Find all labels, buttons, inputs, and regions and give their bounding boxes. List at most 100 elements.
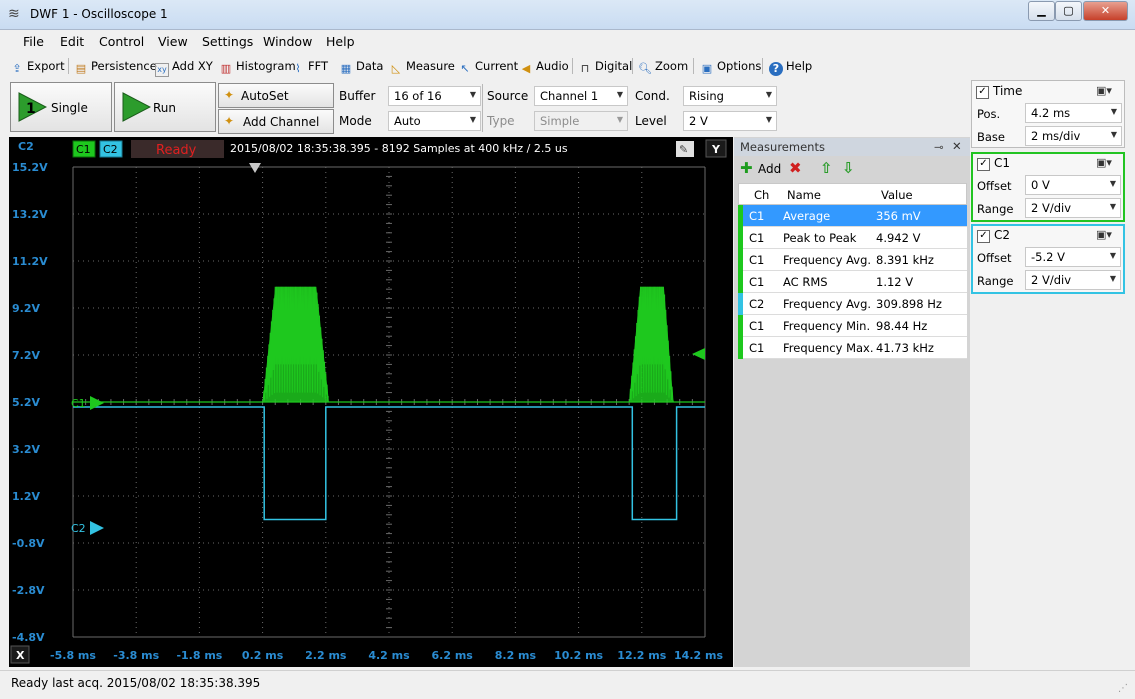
menu-control[interactable]: Control [99,34,144,49]
y-tick-label: 1.2V [12,490,40,503]
type-label: Type [487,114,515,128]
menu-edit[interactable]: Edit [60,34,84,49]
c1-range-select[interactable]: 2 V/div ▼ [1025,198,1121,218]
mode-select[interactable]: Auto ▼ [388,111,481,131]
cond-select[interactable]: Rising ▼ [683,86,777,106]
x-tick-label: 12.2 ms [617,649,666,662]
cond-label: Cond. [635,89,670,103]
c2-offset-marker[interactable] [90,521,104,535]
measurement-row[interactable]: C1 Peak to Peak 4.942 V [738,227,967,249]
fft-button[interactable]: ⌇ FFT [291,59,328,76]
x-axis-button[interactable]: X [16,649,25,662]
current-button[interactable]: ↖ Current [458,59,518,76]
close-button[interactable]: ✕ [1083,1,1128,21]
resize-grip[interactable]: ⋰ [1118,683,1128,694]
zoom-button[interactable]: 🔍︎ Zoom [638,59,688,76]
c2-offset-label: C2 [71,522,86,535]
measurement-row[interactable]: C2 Frequency Avg. 309.898 Hz [738,293,967,315]
measurement-row[interactable]: C1 Average 356 mV [738,205,967,227]
run-play-icon [122,92,151,122]
c2-enable-checkbox[interactable]: ✓ [977,230,990,243]
add-xy-button[interactable]: xy Add XY [155,59,213,77]
move-up-icon[interactable]: ⇧ [820,159,833,177]
source-select[interactable]: Channel 1 ▼ [534,86,628,106]
panel-options-icon[interactable]: ▣▾ [1096,156,1112,169]
c2-panel: ✓ C2 ▣▾ Offset -5.2 V ▼ Range 2 V/div ▼ [971,224,1125,294]
chevron-down-icon: ▼ [1109,202,1116,211]
buffer-select[interactable]: 16 of 16 ▼ [388,86,481,106]
measurement-row[interactable]: C1 Frequency Max. 41.73 kHz [738,337,967,359]
digital-button[interactable]: ⊓ Digital [578,59,633,76]
ch2-tab[interactable]: C2 [103,143,118,156]
c2-corner-label: C2 [18,140,34,153]
c2-range-select[interactable]: 2 V/div ▼ [1025,270,1121,290]
menu-file[interactable]: File [23,34,44,49]
c2-offset-input[interactable]: -5.2 V ▼ [1025,247,1121,267]
run-button[interactable]: Run [114,82,216,132]
x-axis-labels: -5.8 ms -3.8 ms -1.8 ms 0.2 ms 2.2 ms 4.2 ms 6… [50,649,723,662]
c1-enable-checkbox[interactable]: ✓ [977,158,990,171]
y-tick-label: 13.2V [12,208,48,221]
measurements-title-bar: Measurements ⊸ ✕ [734,138,970,156]
toolbar: ⇪ Export ▤ Persistence xy Add XY ▥ Histogram… [0,54,970,78]
data-button[interactable]: ▦ Data [339,59,384,76]
add-channel-button[interactable]: ✦ Add Channel [218,109,334,134]
autoset-button[interactable]: ✦ AutoSet [218,83,334,108]
menu-help[interactable]: Help [326,34,355,49]
channel-color-bar [738,205,743,227]
cursor-icon: ↖ [460,62,470,75]
persistence-button[interactable]: ▤ Persistence [74,59,157,76]
status-text: Ready last acq. 2015/08/02 18:35:38.395 [11,676,261,690]
measurement-name: Peak to Peak [783,231,857,245]
pin-icon[interactable]: ⊸ [934,140,944,154]
measurement-row[interactable]: C1 AC RMS 1.12 V [738,271,967,293]
measurement-row[interactable]: C1 Frequency Avg. 8.391 kHz [738,249,967,271]
c1-offset-input[interactable]: 0 V ▼ [1025,175,1121,195]
time-base-select[interactable]: 2 ms/div ▼ [1025,126,1122,146]
single-label: Single [51,101,88,115]
time-enable-checkbox[interactable]: ✓ [976,86,989,99]
title-bar: ≋ DWF 1 - Oscilloscope 1 ▁ ▢ ✕ [0,0,1135,30]
help-button[interactable]: ? Help [769,59,812,76]
move-down-icon[interactable]: ⇩ [842,159,855,177]
export-button[interactable]: ⇪ Export [10,59,64,76]
menu-window[interactable]: Window [263,34,312,49]
panel-options-icon[interactable]: ▣▾ [1096,228,1112,241]
y-axis-labels: 15.2V 13.2V 11.2V 9.2V 7.2V 5.2V 3.2V 1.2V -0.8V… [12,161,48,644]
channel-color-bar [738,337,743,359]
measurement-name: Frequency Min. [783,319,871,333]
trigger-position-marker[interactable] [249,163,261,173]
c1-offset-marker[interactable] [90,396,104,410]
type-select: Simple ▼ [534,111,628,131]
options-button[interactable]: ▣ Options [700,59,762,76]
menu-view[interactable]: View [158,34,188,49]
measurement-name: Frequency Avg. [783,297,872,311]
time-position-input[interactable]: 4.2 ms ▼ [1025,103,1122,123]
delete-measurement-icon[interactable]: ✖ [789,159,802,177]
c1-burst-envelope [262,286,329,402]
digital-icon: ⊓ [580,62,590,75]
chevron-down-icon: ▼ [1109,179,1116,188]
measurement-row[interactable]: C1 Frequency Min. 98.44 Hz [738,315,967,337]
y-axis-button[interactable]: Y [711,143,721,156]
measure-icon: ◺ [391,62,401,75]
audio-button[interactable]: ◀ Audio [519,59,569,76]
trigger-level-marker[interactable] [692,348,705,360]
control-separator [482,84,483,132]
scope-plot[interactable]: 15.2V 13.2V 11.2V 9.2V 7.2V 5.2V 3.2V 1.2V -0.8V… [9,137,733,667]
histogram-button[interactable]: ▥ Histogram [219,59,296,76]
close-panel-icon[interactable]: ✕ [952,139,962,153]
panel-options-icon[interactable]: ▣▾ [1096,84,1112,97]
status-bar: Ready last acq. 2015/08/02 18:35:38.395 … [0,670,1135,699]
single-button[interactable]: 1 Single [10,82,112,132]
toolbar-separator [632,58,633,74]
add-channel-icon: ✦ [224,114,235,128]
level-input[interactable]: 2 V ▼ [683,111,777,131]
measure-button[interactable]: ◺ Measure [389,59,455,76]
y-tick-label: -4.8V [12,631,45,644]
maximize-button[interactable]: ▢ [1055,1,1082,21]
menu-settings[interactable]: Settings [202,34,253,49]
ch1-tab[interactable]: C1 [76,143,91,156]
x-tick-label: 4.2 ms [368,649,410,662]
minimize-button[interactable]: ▁ [1028,1,1055,21]
